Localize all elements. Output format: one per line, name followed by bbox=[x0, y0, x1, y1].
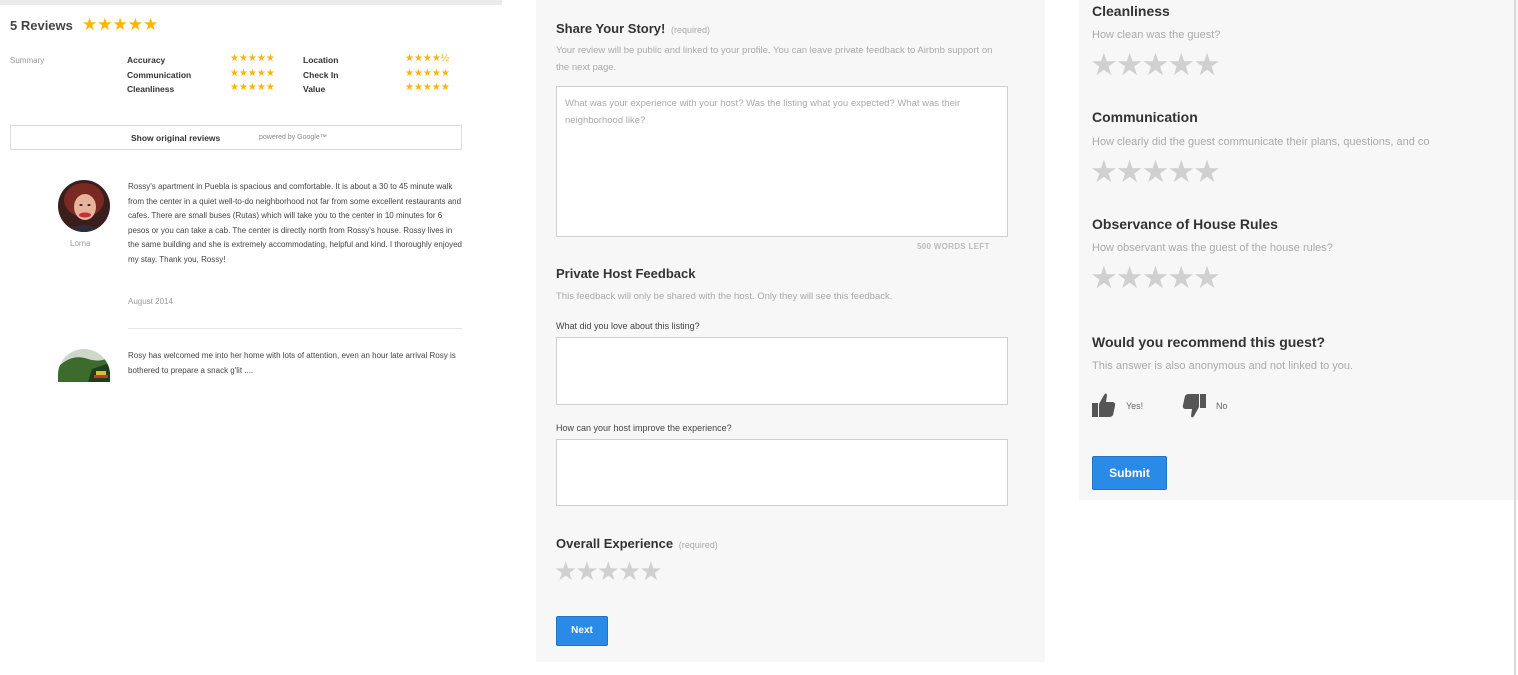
category-accuracy-label: Accuracy bbox=[127, 55, 166, 65]
avatar-photo bbox=[58, 349, 110, 382]
category-location-stars: ★★★★½ bbox=[405, 53, 450, 64]
powered-by-google-label: powered by Google™ bbox=[259, 134, 327, 141]
cleanliness-question: How clean was the guest? bbox=[1092, 29, 1221, 41]
love-listing-label: What did you love about this listing? bbox=[556, 321, 700, 331]
recommend-title: Would you recommend this guest? bbox=[1092, 334, 1326, 350]
house-rules-question: How observant was the guest of the house… bbox=[1092, 242, 1333, 254]
story-textarea[interactable]: What was your experience with your host?… bbox=[556, 86, 1008, 237]
share-story-title-text: Share Your Story! bbox=[556, 21, 666, 36]
reviews-heading-stars: ★★★★★ bbox=[82, 15, 159, 34]
top-divider bbox=[0, 0, 502, 5]
love-listing-field[interactable] bbox=[556, 337, 1008, 405]
review-text: Rosy has welcomed me into her home with … bbox=[128, 351, 456, 375]
category-cleanliness-label: Cleanliness bbox=[127, 84, 175, 94]
thumbs-up-icon bbox=[1092, 393, 1116, 417]
share-story-title: Share Your Story! (required) bbox=[556, 21, 710, 36]
category-cleanliness-stars: ★★★★★ bbox=[230, 82, 275, 93]
share-story-intro: Your review will be public and linked to… bbox=[556, 45, 993, 73]
private-feedback-intro: This feedback will only be shared with t… bbox=[556, 291, 893, 302]
review-divider bbox=[128, 328, 462, 329]
overall-experience-stars[interactable]: ★★★★★ bbox=[554, 556, 663, 587]
review-text: Rossy's apartment in Puebla is spacious … bbox=[128, 182, 462, 264]
category-accuracy-stars: ★★★★★ bbox=[230, 53, 275, 64]
summary-label: Summary bbox=[10, 56, 45, 65]
thumbs-down-icon bbox=[1182, 394, 1206, 418]
category-communication-stars: ★★★★★ bbox=[230, 68, 275, 79]
required-label: (required) bbox=[670, 25, 710, 35]
improve-experience-field[interactable] bbox=[556, 439, 1008, 506]
window-edge bbox=[1514, 0, 1516, 675]
category-value-label: Value bbox=[303, 84, 326, 94]
next-button[interactable]: Next bbox=[556, 616, 608, 646]
show-original-reviews-button[interactable]: Show original reviews bbox=[131, 133, 220, 143]
recommend-subtitle: This answer is also anonymous and not li… bbox=[1092, 360, 1354, 372]
cleanliness-title: Cleanliness bbox=[1092, 3, 1170, 19]
category-communication-label: Communication bbox=[127, 70, 192, 80]
submit-button[interactable]: Submit bbox=[1092, 456, 1167, 490]
category-checkin-stars: ★★★★★ bbox=[405, 68, 450, 79]
recommend-yes-label[interactable]: Yes! bbox=[1126, 401, 1143, 411]
avatar[interactable] bbox=[58, 349, 110, 382]
show-original-bar: Show original reviews powered by Google™ bbox=[10, 125, 462, 150]
review-date: August 2014 bbox=[128, 297, 173, 306]
communication-question: How clearly did the guest communicate th… bbox=[1092, 136, 1430, 148]
share-story-panel: Share Your Story! (required) Your review… bbox=[536, 0, 1045, 662]
house-rules-stars[interactable]: ★★★★★ bbox=[1090, 260, 1221, 296]
required-label: (required) bbox=[678, 540, 718, 550]
category-location-label: Location bbox=[303, 55, 339, 65]
communication-stars[interactable]: ★★★★★ bbox=[1090, 154, 1221, 190]
words-left-counter: 500 WORDS LEFT bbox=[917, 242, 990, 251]
reviewer-name[interactable]: Lorna bbox=[70, 239, 90, 248]
avatar[interactable] bbox=[58, 180, 110, 232]
guest-review-panel: Cleanliness How clean was the guest? ★★★… bbox=[1079, 0, 1518, 500]
recommend-yes-option[interactable] bbox=[1092, 392, 1116, 423]
recommend-no-option[interactable] bbox=[1182, 393, 1206, 424]
communication-title: Communication bbox=[1092, 109, 1198, 125]
overall-experience-title: Overall Experience (required) bbox=[556, 536, 718, 551]
reviews-heading: 5 Reviews bbox=[10, 18, 73, 33]
overall-experience-title-text: Overall Experience bbox=[556, 536, 674, 551]
story-placeholder: What was your experience with your host?… bbox=[565, 98, 961, 126]
improve-experience-label: How can your host improve the experience… bbox=[556, 423, 732, 433]
reviews-panel: 5 Reviews ★★★★★ Summary Accuracy ★★★★★ C… bbox=[0, 0, 502, 400]
cleanliness-stars[interactable]: ★★★★★ bbox=[1090, 47, 1221, 83]
recommend-no-label[interactable]: No bbox=[1216, 401, 1228, 411]
category-checkin-label: Check In bbox=[303, 70, 339, 80]
category-value-stars: ★★★★★ bbox=[405, 82, 450, 93]
avatar-photo bbox=[58, 180, 110, 232]
private-feedback-title: Private Host Feedback bbox=[556, 266, 696, 281]
house-rules-title: Observance of House Rules bbox=[1092, 216, 1278, 232]
